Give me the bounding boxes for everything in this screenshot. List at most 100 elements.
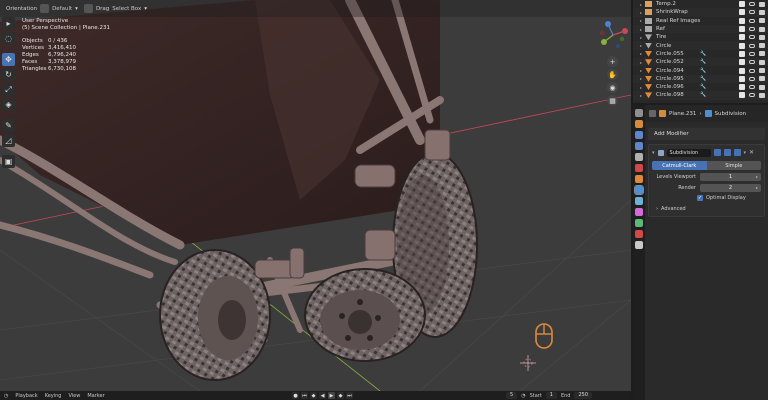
camera-icon[interactable]	[759, 51, 765, 57]
add-modifier-button[interactable]: Add Modifier	[648, 128, 765, 140]
levels-viewport-field[interactable]: 1 ▸	[700, 172, 761, 181]
add-cube-icon[interactable]: ▣	[2, 155, 15, 168]
outliner-row[interactable]: ▸ Circle.098 🔧	[633, 91, 768, 100]
record-icon[interactable]: ●	[292, 392, 299, 399]
camera-icon[interactable]	[759, 84, 765, 90]
eye-icon[interactable]	[749, 60, 755, 65]
jump-end-icon[interactable]: ⏭	[346, 392, 353, 399]
world-icon[interactable]	[635, 164, 643, 172]
advanced-subpanel[interactable]: › Advanced	[652, 206, 761, 212]
camera-icon[interactable]	[759, 1, 765, 7]
eye-icon[interactable]	[749, 85, 755, 90]
outliner-row[interactable]: ▸ Tire	[633, 33, 768, 41]
camera-icon[interactable]	[759, 68, 765, 74]
eye-icon[interactable]	[749, 68, 755, 73]
exclude-checkbox[interactable]	[739, 75, 745, 82]
outliner-row[interactable]: ▸ Temp.2	[633, 0, 768, 8]
render-icon[interactable]	[635, 120, 643, 128]
expand-icon[interactable]: ▸	[640, 27, 642, 32]
expand-icon[interactable]: ▸	[640, 76, 642, 81]
scale-icon[interactable]: ⤢	[2, 83, 15, 96]
exclude-checkbox[interactable]	[739, 17, 745, 24]
measure-icon[interactable]: ◿	[2, 134, 15, 147]
expand-icon[interactable]: ▸	[640, 35, 642, 40]
marker-menu[interactable]: Marker	[87, 393, 104, 399]
current-frame-field[interactable]: 5	[506, 392, 518, 399]
output-icon[interactable]	[635, 131, 643, 139]
play-icon[interactable]: ▶	[328, 392, 335, 399]
edit-mode-toggle-icon[interactable]	[713, 149, 721, 156]
outliner-row[interactable]: ▸ ShrinkWrap	[633, 8, 768, 17]
annotate-icon[interactable]: ✎	[2, 119, 15, 132]
particles-icon[interactable]	[635, 197, 643, 205]
camera-icon[interactable]	[759, 92, 765, 98]
expand-icon[interactable]: ▸	[640, 18, 642, 23]
expand-icon[interactable]: ▸	[640, 60, 642, 65]
navigation-gizmo[interactable]	[598, 20, 628, 50]
eye-icon[interactable]	[749, 35, 755, 40]
transform-icon[interactable]: ◈	[2, 98, 15, 111]
move-icon[interactable]: ✥	[2, 53, 15, 66]
camera-icon[interactable]	[759, 59, 765, 65]
eye-icon[interactable]	[749, 27, 755, 32]
exclude-checkbox[interactable]	[739, 34, 745, 41]
exclude-checkbox[interactable]	[739, 42, 745, 49]
play-reverse-icon[interactable]: ◀	[319, 392, 326, 399]
exclude-checkbox[interactable]	[739, 9, 745, 16]
render-levels-field[interactable]: 2 ▸	[700, 183, 761, 192]
expand-icon[interactable]: ▸	[640, 68, 642, 73]
gizmo-x-handle[interactable]	[622, 28, 628, 34]
view-menu[interactable]: View	[68, 393, 80, 399]
start-frame-field[interactable]: 1	[545, 392, 557, 399]
outliner-row[interactable]: ▸ Ref	[633, 24, 768, 34]
outliner-row[interactable]: ▸ Circle.094 🔧	[633, 66, 768, 74]
exclude-checkbox[interactable]	[739, 59, 745, 66]
outliner-row[interactable]: ▸ Circle.095 🔧	[633, 74, 768, 83]
eye-icon[interactable]	[749, 18, 755, 23]
prev-key-icon[interactable]: ◆	[310, 392, 317, 399]
render-toggle-icon[interactable]	[733, 149, 741, 156]
camera-icon[interactable]	[759, 18, 765, 24]
close-icon[interactable]: ✕	[749, 149, 754, 156]
timeline-editor-icon[interactable]: ◷	[4, 393, 8, 399]
camera-icon[interactable]	[759, 76, 765, 82]
modifier-menu-icon[interactable]: ▾	[744, 150, 747, 156]
collapse-icon[interactable]: ▾	[652, 150, 655, 156]
3d-viewport[interactable]: Orientation Default ▾ Drag Select Box ▾ …	[0, 0, 631, 391]
object-icon[interactable]	[635, 175, 643, 183]
expand-icon[interactable]: ▸	[640, 51, 642, 56]
orientation-dropdown[interactable]: Default	[52, 6, 72, 12]
exclude-checkbox[interactable]	[739, 92, 745, 99]
camera-icon[interactable]	[759, 43, 765, 49]
keying-menu[interactable]: Keying	[45, 393, 62, 399]
material-icon[interactable]	[635, 241, 643, 249]
exclude-checkbox[interactable]	[739, 1, 745, 8]
simple-button[interactable]: Simple	[706, 161, 761, 170]
outliner-row[interactable]: ▸ Circle.096 🔧	[633, 83, 768, 91]
next-key-icon[interactable]: ◆	[337, 392, 344, 399]
gizmo-y-handle[interactable]	[601, 39, 607, 45]
outliner-row[interactable]: ▸ Circle	[633, 41, 768, 50]
rotate-icon[interactable]: ↻	[2, 68, 15, 81]
eye-icon[interactable]	[749, 51, 755, 56]
outliner-row[interactable]: ▸ Circle.055 🔧	[633, 50, 768, 58]
select-box-icon[interactable]: ◌	[2, 32, 15, 45]
modifier-wrench-icon[interactable]	[634, 185, 644, 195]
eye-icon[interactable]	[749, 76, 755, 81]
modifier-name-field[interactable]: Subdivision	[666, 148, 711, 157]
exclude-checkbox[interactable]	[739, 50, 745, 57]
cursor-icon[interactable]: ▸	[2, 17, 15, 30]
pan-hand-icon[interactable]: ✋	[607, 69, 618, 80]
camera-icon[interactable]	[759, 26, 765, 32]
tool-icon[interactable]	[635, 109, 643, 117]
end-frame-field[interactable]: 250	[574, 392, 593, 399]
outliner-row[interactable]: ▸ Circle.052 🔧	[633, 58, 768, 67]
drag-control[interactable]: Drag Select Box ▾	[83, 4, 147, 13]
expand-icon[interactable]: ▸	[640, 43, 642, 48]
select-box-dropdown[interactable]: Select Box	[112, 6, 141, 12]
expand-icon[interactable]: ▸	[640, 85, 642, 90]
orientation-control[interactable]: Orientation Default ▾	[6, 4, 78, 13]
eye-icon[interactable]	[749, 43, 755, 48]
eye-icon[interactable]	[749, 2, 755, 7]
expand-icon[interactable]: ▸	[640, 10, 642, 15]
